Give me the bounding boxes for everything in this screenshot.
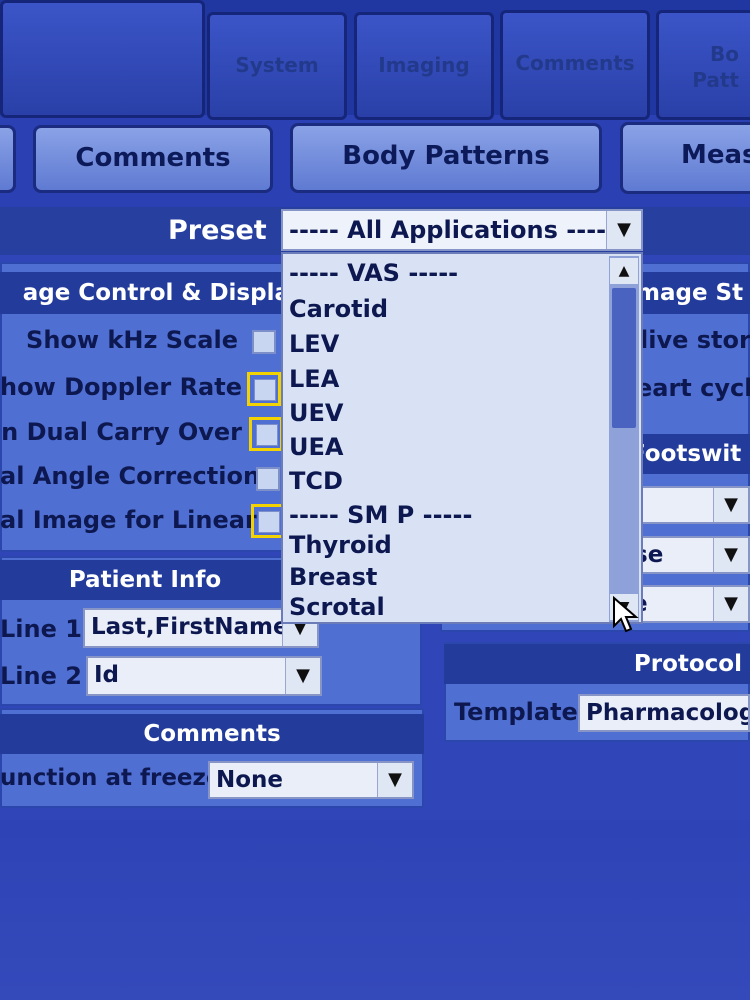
chevron-down-icon[interactable]: ▼ [377,763,412,797]
protocol-header: Protocol [444,644,750,684]
line2-label: Line 2 [0,662,82,690]
tab-measure[interactable]: Meas [620,122,750,194]
chevron-down-icon[interactable]: ▼ [713,488,748,522]
chevron-down-icon[interactable]: ▼ [713,538,748,572]
live-store-label: live stor [640,326,750,354]
dual-carry-over-checkbox[interactable] [249,417,283,451]
lower-background [0,820,750,1000]
list-item[interactable]: LEV [289,329,339,359]
patient-info-header: Patient Info [0,560,290,600]
show-doppler-rate-label: how Doppler Rate [0,373,242,401]
list-item[interactable]: ----- VAS ----- [289,258,458,288]
template-dropdown[interactable]: Pharmacolog [578,694,750,732]
mouse-pointer-icon [613,596,639,633]
list-item[interactable]: LEA [289,364,339,394]
angle-correction-checkbox[interactable] [256,467,280,491]
line2-dropdown[interactable]: Id ▼ [86,656,322,696]
function-at-freeze-dropdown[interactable]: None ▼ [208,761,414,799]
list-item[interactable]: UEV [289,398,343,428]
list-item[interactable]: Scrotal [289,592,385,622]
tab-body-patterns-top[interactable]: Bo Patt [656,10,750,120]
angle-correction-label: al Angle Correction [0,462,261,490]
show-doppler-rate-checkbox[interactable] [247,372,281,406]
tab-comments[interactable]: Comments [33,125,273,193]
chevron-up-icon[interactable]: ▲ [610,258,638,284]
function-at-freeze-label: unction at freeze [0,765,222,791]
tab-left-partial[interactable] [0,125,16,193]
tab-comments-top[interactable]: Comments [500,10,650,120]
list-item[interactable]: UEA [289,432,343,462]
list-item[interactable]: Thyroid [289,530,392,560]
list-item[interactable]: ----- SM P ----- [289,500,472,530]
tab-body-patterns[interactable]: Body Patterns [290,123,602,193]
show-khz-scale-checkbox[interactable] [252,330,276,354]
tab-system[interactable]: System [207,12,347,120]
comments-header: Comments [0,714,424,754]
line1-label: Line 1 [0,615,82,643]
scrollbar-thumb[interactable] [612,288,636,428]
list-item[interactable]: Carotid [289,294,388,324]
preset-dropdown-list[interactable]: ----- VAS ----- Carotid LEV LEA UEV UEA … [281,252,643,624]
template-label: Template [454,698,578,726]
list-item[interactable]: TCD [289,466,343,496]
heart-cycle-label: eart cycle [636,374,750,402]
preset-dropdown[interactable]: ----- All Applications ----- ▼ [281,209,643,251]
chevron-down-icon[interactable]: ▼ [713,587,748,621]
image-for-linear-checkbox[interactable] [251,504,285,538]
image-for-linear-label: al Image for Linear [0,506,257,534]
top-tab-blank [0,0,205,118]
show-khz-scale-label: Show kHz Scale [26,326,238,354]
list-item[interactable]: Breast [289,562,377,592]
preset-label: Preset [168,215,267,246]
dual-carry-over-label: n Dual Carry Over [1,418,242,446]
tab-imaging[interactable]: Imaging [354,12,494,120]
chevron-down-icon[interactable]: ▼ [606,211,641,249]
image-control-header: age Control & Displa [0,272,290,314]
chevron-down-icon[interactable]: ▼ [285,658,320,694]
